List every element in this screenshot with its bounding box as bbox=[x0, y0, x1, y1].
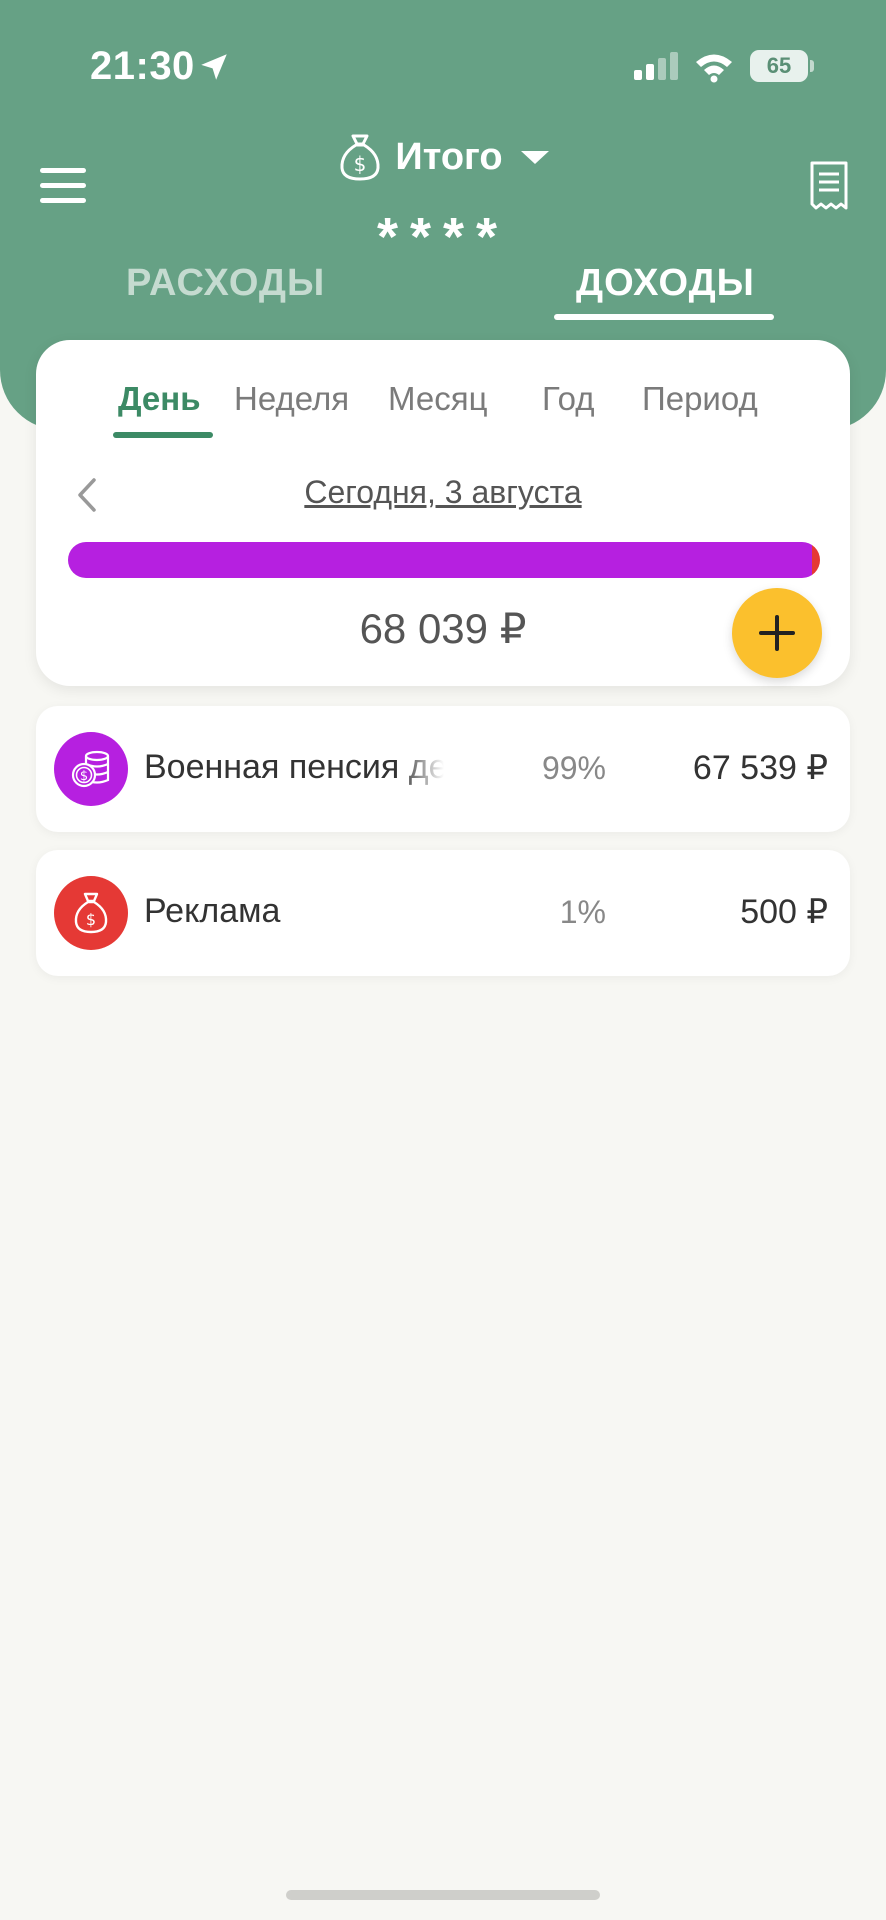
svg-text:$: $ bbox=[354, 152, 367, 176]
distribution-segment bbox=[812, 542, 820, 578]
period-tab-range[interactable]: Период bbox=[642, 380, 758, 418]
tab-expenses[interactable]: РАСХОДЫ bbox=[126, 262, 325, 305]
svg-text:$: $ bbox=[86, 910, 96, 929]
distribution-bar bbox=[68, 542, 820, 578]
list-item[interactable]: $ Реклама 1% 500 ₽ bbox=[36, 850, 850, 976]
distribution-segment bbox=[68, 542, 813, 578]
money-bag-icon: $ bbox=[340, 134, 380, 181]
home-indicator bbox=[286, 1890, 600, 1900]
period-tab-month[interactable]: Месяц bbox=[388, 380, 487, 418]
wifi-icon bbox=[696, 54, 732, 83]
tab-income[interactable]: ДОХОДЫ bbox=[576, 262, 755, 305]
chevron-down-icon bbox=[520, 150, 549, 164]
category-amount: 67 539 ₽ bbox=[692, 749, 828, 787]
account-selector[interactable]: $ Итого bbox=[0, 132, 886, 182]
period-tab-indicator bbox=[113, 432, 213, 438]
plus-icon bbox=[759, 615, 795, 651]
category-percent: 99% bbox=[541, 750, 606, 786]
battery-cap bbox=[810, 60, 814, 72]
period-tab-day[interactable]: День bbox=[118, 380, 200, 418]
list-item[interactable]: $ Военная пенсия девс 99% 67 539 ₽ bbox=[36, 706, 850, 832]
period-tab-year[interactable]: Год bbox=[542, 380, 595, 418]
active-tab-indicator bbox=[554, 314, 774, 320]
period-tab-week[interactable]: Неделя bbox=[234, 380, 349, 418]
category-icon: $ bbox=[54, 876, 128, 950]
status-time: 21:30 bbox=[90, 44, 195, 88]
receipt-icon[interactable] bbox=[808, 160, 850, 212]
page-title: Итого bbox=[395, 135, 503, 178]
battery-icon: 65 bbox=[750, 50, 808, 82]
svg-text:$: $ bbox=[80, 769, 88, 784]
category-icon: $ bbox=[54, 732, 128, 806]
category-name: Реклама bbox=[144, 892, 281, 930]
app-screen: 21:30 65 $ Итого **** РАСХОДЫ ДОХОДЫ Ден… bbox=[0, 0, 886, 1920]
balance-masked: **** bbox=[376, 207, 510, 267]
total-amount: 68 039 ₽ bbox=[359, 605, 527, 652]
category-percent: 1% bbox=[559, 894, 606, 930]
date-selector[interactable]: Сегодня, 3 августа bbox=[36, 474, 850, 511]
summary-card: День Неделя Месяц Год Период Сегодня, 3 … bbox=[36, 340, 850, 686]
category-name: Военная пенсия девс bbox=[144, 748, 444, 786]
add-button[interactable] bbox=[732, 588, 822, 678]
category-amount: 500 ₽ bbox=[740, 893, 828, 931]
money-bag-icon: $ bbox=[74, 892, 108, 934]
location-arrow-icon bbox=[201, 54, 227, 80]
coins-stack-icon: $ bbox=[71, 750, 110, 788]
cellular-signal-icon bbox=[634, 52, 678, 80]
